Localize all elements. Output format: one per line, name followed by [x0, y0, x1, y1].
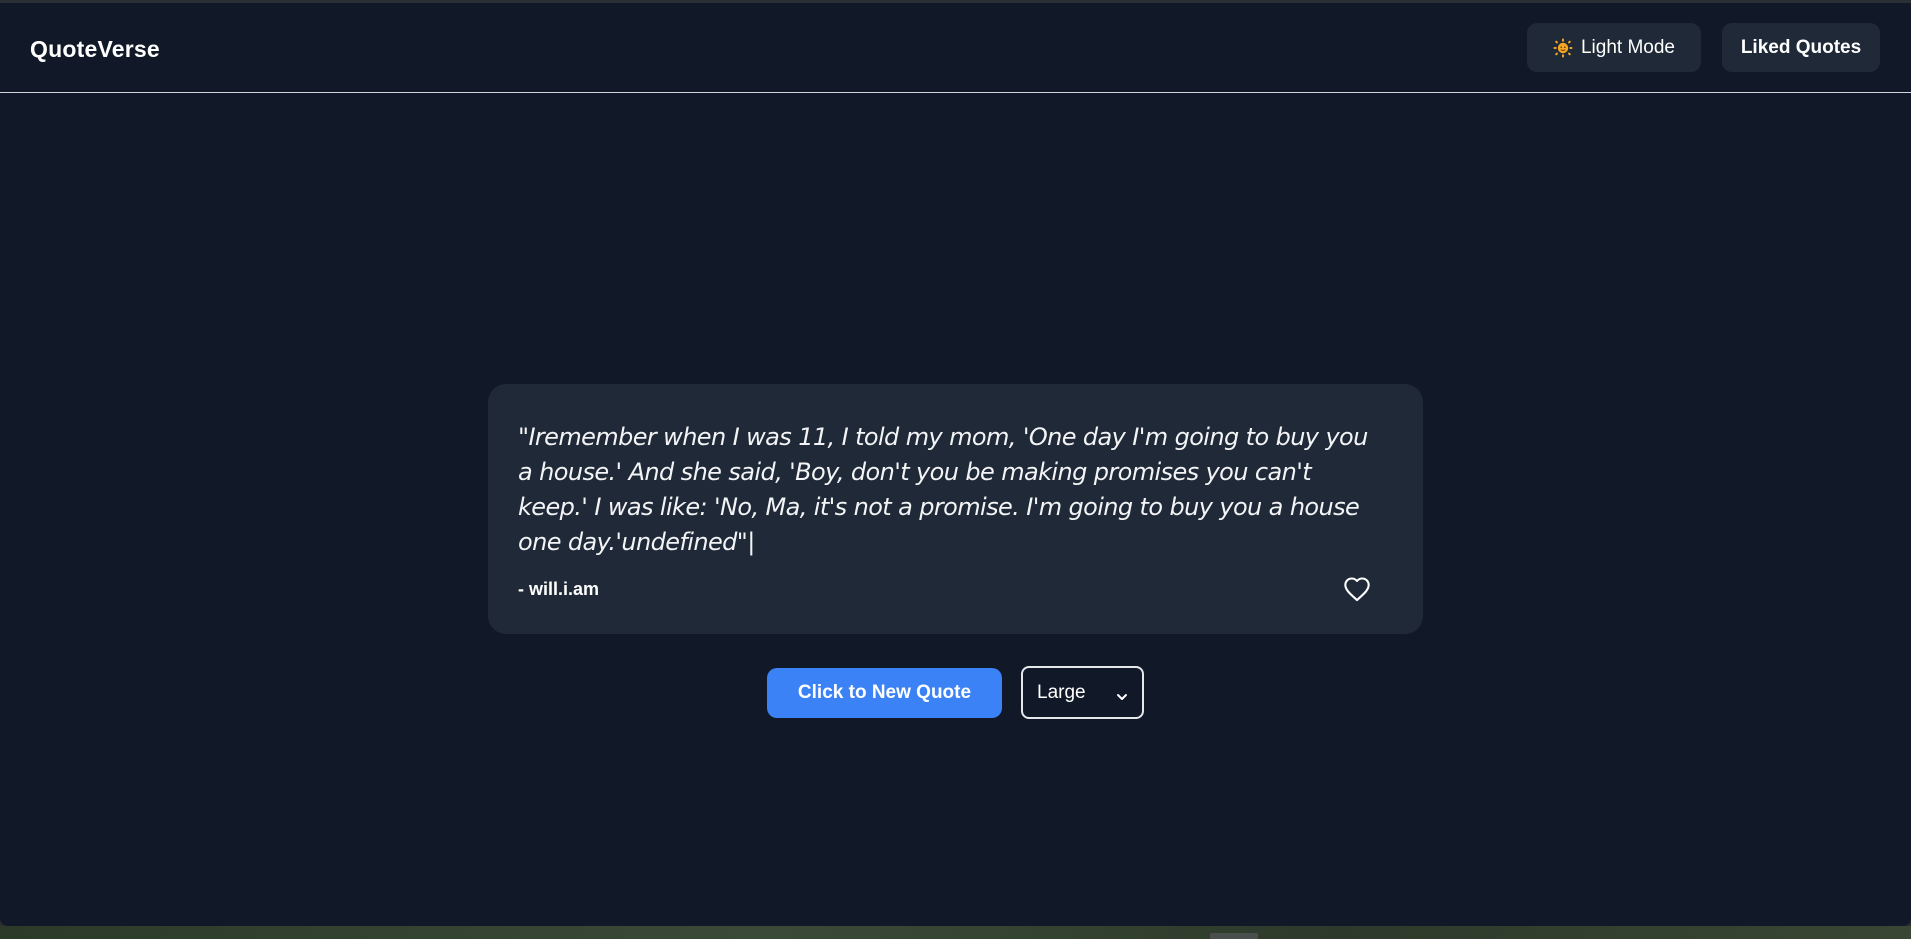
- quote-text: "Iremember when I was 11, I told my mom,…: [518, 423, 1368, 556]
- app-window: QuoteVerse Light Mode Liked Quotes "Irem…: [0, 0, 1911, 926]
- taskbar-handle: [1210, 933, 1258, 939]
- top-nav: QuoteVerse Light Mode Liked Quotes: [0, 3, 1911, 93]
- sun-face-icon: [1553, 38, 1573, 58]
- typing-cursor: |: [747, 528, 755, 556]
- new-quote-button[interactable]: Click to New Quote: [767, 668, 1002, 718]
- font-size-select[interactable]: Large: [1021, 666, 1144, 719]
- quote-text-block: "Iremember when I was 11, I told my mom,…: [518, 420, 1378, 560]
- taskbar-strip: [0, 926, 1911, 939]
- font-size-selected-value: Large: [1037, 681, 1086, 703]
- heart-outline-icon[interactable]: [1343, 576, 1371, 602]
- app-logo: QuoteVerse: [30, 36, 160, 62]
- liked-quotes-button[interactable]: Liked Quotes: [1722, 23, 1880, 72]
- quote-card: "Iremember when I was 11, I told my mom,…: [488, 384, 1423, 634]
- liked-quotes-label: Liked Quotes: [1740, 36, 1862, 58]
- chevron-down-icon: [1116, 687, 1128, 700]
- quote-author: - will.i.am: [518, 579, 600, 599]
- light-mode-label: Light Mode: [1580, 36, 1675, 58]
- light-mode-button[interactable]: Light Mode: [1527, 23, 1701, 72]
